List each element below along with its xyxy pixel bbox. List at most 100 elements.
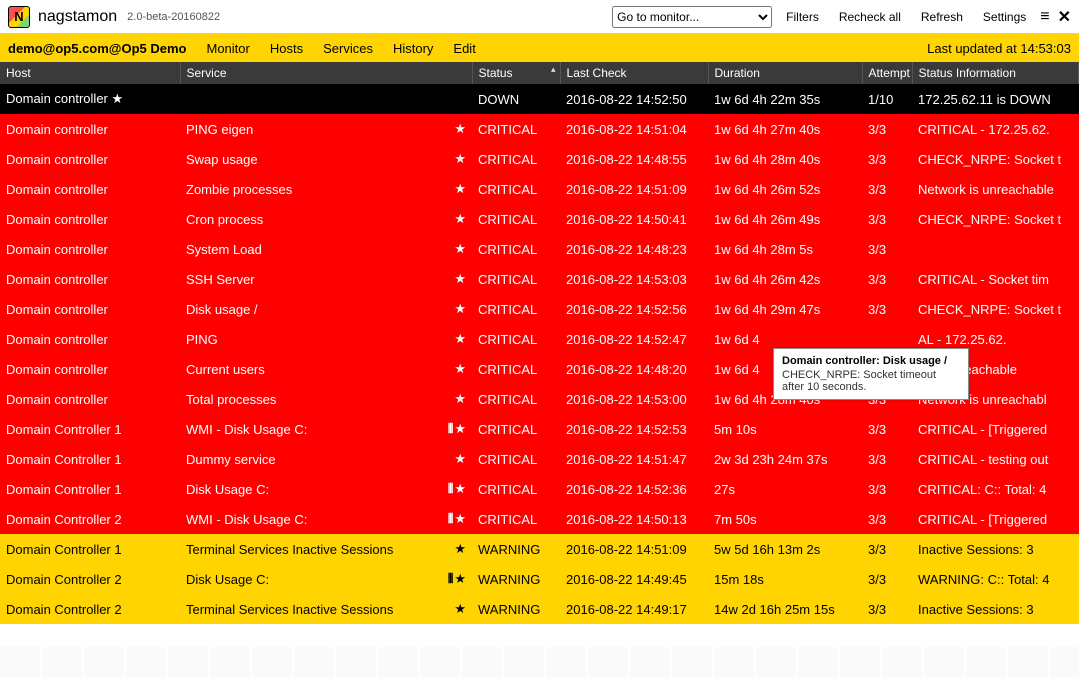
cell-service: Terminal Services Inactive Sessions	[180, 594, 428, 624]
col-service[interactable]: Service	[180, 62, 472, 84]
cell-service: Disk Usage C:	[180, 474, 428, 504]
table-row[interactable]: Domain controllerPING eigenCRITICAL2016-…	[0, 114, 1079, 144]
table-row[interactable]: Domain controllerCron processCRITICAL201…	[0, 204, 1079, 234]
cell-service: Terminal Services Inactive Sessions	[180, 534, 428, 564]
server-bar: demo@op5.com@Op5 Demo Monitor Hosts Serv…	[0, 34, 1079, 62]
menu-hosts[interactable]: Hosts	[270, 41, 303, 56]
col-lastcheck[interactable]: Last Check	[560, 62, 708, 84]
table-row[interactable]: Domain controllerSwap usageCRITICAL2016-…	[0, 144, 1079, 174]
table-row[interactable]: Domain controllerSSH ServerCRITICAL2016-…	[0, 264, 1079, 294]
menu-monitor[interactable]: Monitor	[207, 41, 250, 56]
cell-duration: 1w 6d 4h 29m 47s	[708, 294, 862, 324]
last-updated: Last updated at 14:53:03	[927, 41, 1071, 56]
star-icon	[454, 151, 466, 166]
cell-attempt: 3/3	[862, 504, 912, 534]
status-table: Host Service Status▴ Last Check Duration…	[0, 62, 1079, 624]
settings-button[interactable]: Settings	[977, 8, 1032, 26]
col-duration[interactable]: Duration	[708, 62, 862, 84]
cell-lastcheck: 2016-08-22 14:49:45	[560, 564, 708, 594]
table-row[interactable]: Domain Controller 1WMI - Disk Usage C: CR…	[0, 414, 1079, 444]
cell-service: Total processes	[180, 384, 428, 414]
cell-attempt: 3/3	[862, 264, 912, 294]
close-icon[interactable]: ✕	[1058, 7, 1071, 27]
col-status[interactable]: Status▴	[472, 62, 560, 84]
refresh-button[interactable]: Refresh	[915, 8, 969, 26]
cell-status: CRITICAL	[472, 294, 560, 324]
cell-flags	[428, 144, 472, 174]
app-version: 2.0-beta-20160822	[127, 11, 220, 23]
cell-flags	[428, 324, 472, 354]
cell-status: CRITICAL	[472, 144, 560, 174]
table-row[interactable]: Domain controllerZombie processesCRITICA…	[0, 174, 1079, 204]
cell-host: Domain Controller 1	[0, 474, 180, 504]
cell-info: CRITICAL - testing out	[912, 444, 1078, 474]
cell-info: WARNING: C:: Total: 4	[912, 564, 1078, 594]
cell-host: Domain controller	[0, 234, 180, 264]
col-attempt[interactable]: Attempt	[862, 62, 912, 84]
cell-attempt: 3/3	[862, 294, 912, 324]
cell-host: Domain controller	[0, 324, 180, 354]
cell-service: PING eigen	[180, 114, 428, 144]
filters-button[interactable]: Filters	[780, 8, 825, 26]
cell-status: CRITICAL	[472, 204, 560, 234]
table-row[interactable]: Domain controller ★DOWN2016-08-22 14:52:…	[0, 84, 1079, 114]
hamburger-icon[interactable]: ≡	[1040, 8, 1049, 26]
cell-service: Disk Usage C:	[180, 564, 428, 594]
cell-host: Domain Controller 1	[0, 414, 180, 444]
table-row[interactable]: Domain Controller 1Terminal Services Ina…	[0, 534, 1079, 564]
cell-status: CRITICAL	[472, 414, 560, 444]
cell-host: Domain Controller 1	[0, 444, 180, 474]
cell-attempt: 3/3	[862, 594, 912, 624]
goto-monitor-select[interactable]: Go to monitor...	[612, 6, 772, 28]
menu-edit[interactable]: Edit	[453, 41, 475, 56]
recheck-all-button[interactable]: Recheck all	[833, 8, 907, 26]
cell-service: Current users	[180, 354, 428, 384]
cropped-background	[0, 647, 1079, 677]
table-row[interactable]: Domain controllerSystem LoadCRITICAL2016…	[0, 234, 1079, 264]
cell-status: CRITICAL	[472, 354, 560, 384]
cell-flags	[428, 264, 472, 294]
cell-status: CRITICAL	[472, 264, 560, 294]
table-row[interactable]: Domain controllerDisk usage /CRITICAL201…	[0, 294, 1079, 324]
col-host[interactable]: Host	[0, 62, 180, 84]
cell-host: Domain controller	[0, 354, 180, 384]
star-icon	[454, 331, 466, 346]
cell-info: Network is unreachable	[912, 174, 1078, 204]
cell-attempt: 3/3	[862, 444, 912, 474]
table-row[interactable]: Domain Controller 2Disk Usage C:WARNING2…	[0, 564, 1079, 594]
cell-info: CRITICAL - [Triggered	[912, 504, 1078, 534]
cell-lastcheck: 2016-08-22 14:48:23	[560, 234, 708, 264]
cell-service: System Load	[180, 234, 428, 264]
star-icon	[454, 391, 466, 406]
cell-attempt: 3/3	[862, 204, 912, 234]
table-row[interactable]: Domain Controller 1Dummy serviceCRITICAL…	[0, 444, 1079, 474]
table-row[interactable]: Domain Controller 1Disk Usage C:CRITICAL…	[0, 474, 1079, 504]
cell-lastcheck: 2016-08-22 14:48:20	[560, 354, 708, 384]
cell-lastcheck: 2016-08-22 14:53:03	[560, 264, 708, 294]
cell-flags	[428, 384, 472, 414]
star-icon	[454, 451, 466, 466]
star-icon	[454, 421, 466, 436]
menu-history[interactable]: History	[393, 41, 433, 56]
star-icon	[454, 601, 466, 616]
cell-duration: 5w 5d 16h 13m 2s	[708, 534, 862, 564]
cell-info: CHECK_NRPE: Socket t	[912, 144, 1078, 174]
cell-status: WARNING	[472, 534, 560, 564]
cell-flags	[428, 114, 472, 144]
star-icon	[454, 571, 466, 586]
cell-duration: 1w 6d 4h 26m 49s	[708, 204, 862, 234]
cell-service: WMI - Disk Usage C:	[180, 414, 428, 444]
cell-lastcheck: 2016-08-22 14:52:50	[560, 84, 708, 114]
table-row[interactable]: Domain Controller 2WMI - Disk Usage C:CR…	[0, 504, 1079, 534]
cell-flags	[428, 204, 472, 234]
cell-lastcheck: 2016-08-22 14:52:47	[560, 324, 708, 354]
star-icon	[454, 301, 466, 316]
menu-services[interactable]: Services	[323, 41, 373, 56]
col-info[interactable]: Status Information	[912, 62, 1078, 84]
table-row[interactable]: Domain Controller 2Terminal Services Ina…	[0, 594, 1079, 624]
cell-lastcheck: 2016-08-22 14:51:04	[560, 114, 708, 144]
cell-flags	[428, 84, 472, 114]
star-icon	[454, 181, 466, 196]
cell-duration: 7m 50s	[708, 504, 862, 534]
cell-status: WARNING	[472, 564, 560, 594]
